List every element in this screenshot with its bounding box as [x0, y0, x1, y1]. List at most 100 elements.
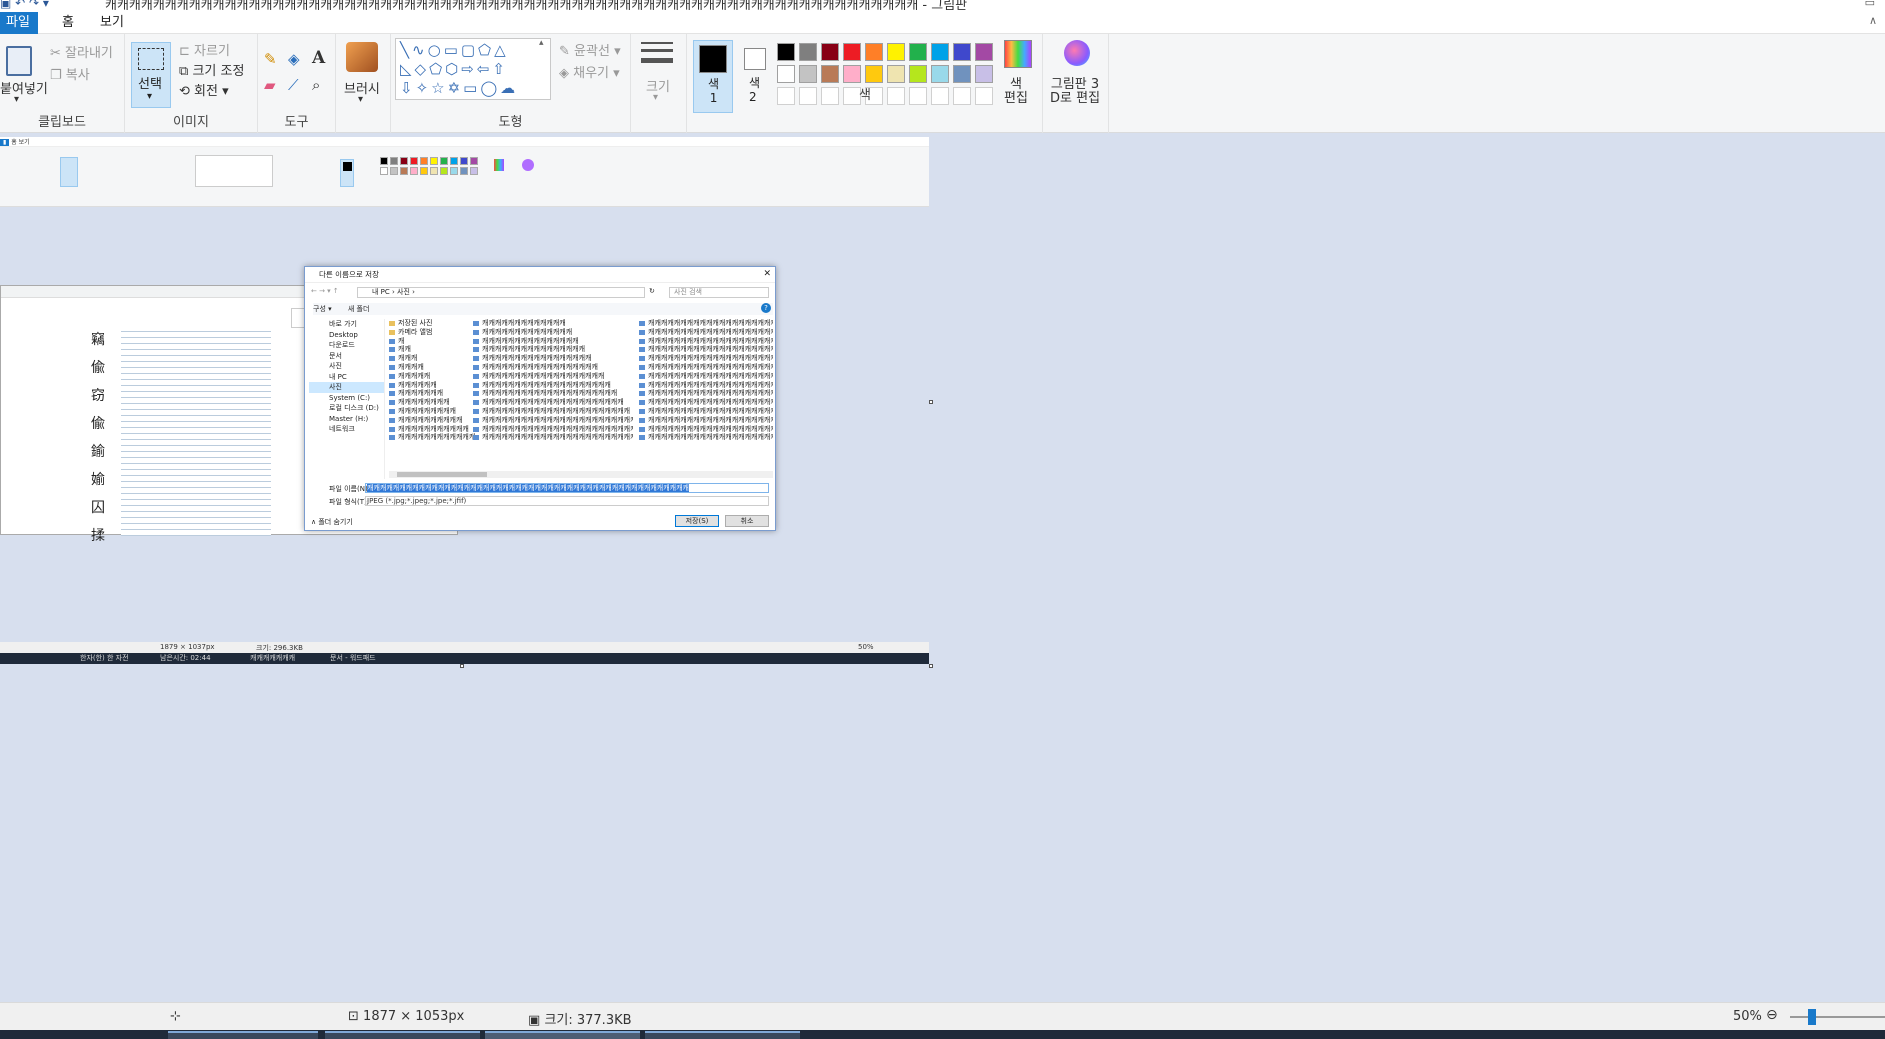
- filename-input[interactable]: 캐캐캐캐캐캐캐캐캐캐캐캐캐캐캐캐캐캐캐캐캐캐캐캐캐캐캐캐캐캐캐캐캐캐캐캐캐캐캐캐…: [365, 483, 769, 493]
- file-item[interactable]: 캐캐캐캐캐캐캐캐캐캐캐캐캐캐캐캐캐캐캐캐캐캐: [639, 407, 773, 416]
- hide-folders-button[interactable]: ∧ 폴더 숨기기: [311, 517, 353, 527]
- file-item[interactable]: 캐캐캐캐캐캐캐캐캐캐캐캐캐캐캐캐캐캐캐캐캐캐: [639, 337, 773, 346]
- file-item[interactable]: 캐캐캐캐캐캐캐캐캐캐캐캐캐캐캐캐캐캐캐캐캐캐: [639, 328, 773, 337]
- ribbon-collapse-icon[interactable]: ∧: [1869, 14, 1877, 27]
- cancel-button[interactable]: 취소: [725, 515, 769, 527]
- organize-button[interactable]: 구성 ▾: [313, 305, 332, 313]
- menu-home[interactable]: 홈: [52, 12, 84, 34]
- nav-item[interactable]: 사진: [309, 382, 384, 393]
- nav-item[interactable]: System (C:): [309, 393, 384, 404]
- nav-arrows-icon[interactable]: ← → ▾ ↑: [311, 287, 339, 295]
- shapes-row-1[interactable]: ╲∿○▭▢⬠△: [400, 41, 509, 59]
- cut-button[interactable]: ✂ 잘라내기: [50, 42, 113, 61]
- color-swatch[interactable]: [777, 43, 795, 61]
- file-item[interactable]: 캐캐캐캐캐캐캐캐캐캐캐캐캐캐캐캐캐캐캐캐캐캐: [639, 363, 773, 372]
- color-swatch[interactable]: [799, 43, 817, 61]
- color-swatch[interactable]: [821, 43, 839, 61]
- nav-item[interactable]: 사진: [309, 361, 384, 372]
- shapes-row-2[interactable]: ◺◇⬠⬡⇨⇦⇧: [400, 60, 508, 78]
- nav-item[interactable]: 내 PC: [309, 372, 384, 383]
- new-folder-button[interactable]: 새 폴더: [348, 305, 370, 313]
- paste-dropdown-icon[interactable]: ▾: [14, 94, 19, 105]
- resize-handle-corner[interactable]: [929, 664, 933, 668]
- file-item[interactable]: 캐캐캐캐캐캐캐캐캐캐캐캐캐캐캐캐캐캐캐캐캐캐캐캐캐: [473, 425, 633, 434]
- file-item[interactable]: 캐캐캐캐캐캐캐캐캐캐캐캐캐캐캐캐: [473, 345, 633, 354]
- zoom-out-icon[interactable]: ⊖: [1766, 1007, 1778, 1023]
- group-brush[interactable]: 브러시 ▾: [336, 34, 391, 133]
- resize-handle-bottom[interactable]: [460, 664, 464, 668]
- filetype-select[interactable]: JPEG (*.jpg;*.jpeg;*.jpe;*.jfif): [365, 496, 769, 506]
- address-bar[interactable]: 내 PC › 사진 ›: [357, 287, 645, 298]
- shapes-gallery[interactable]: ╲∿○▭▢⬠△ ◺◇⬠⬡⇨⇦⇧ ⇩✧☆✡▭◯☁: [395, 38, 551, 100]
- color-swatch[interactable]: [953, 43, 971, 61]
- color-swatch[interactable]: [931, 65, 949, 83]
- file-item[interactable]: 캐캐캐캐캐캐캐캐캐캐캐캐캐캐캐캐캐캐캐캐캐캐: [639, 381, 773, 390]
- close-icon[interactable]: ✕: [763, 269, 771, 279]
- zoom-slider[interactable]: [1790, 1009, 1885, 1025]
- paste-button[interactable]: 붙여넣기: [0, 78, 48, 97]
- fill-bucket-icon[interactable]: ◈: [288, 50, 300, 68]
- file-item[interactable]: 캐캐캐캐캐캐캐캐캐캐캐캐캐캐캐캐캐캐캐: [473, 372, 633, 381]
- magnifier-icon[interactable]: ⌕: [312, 76, 320, 94]
- file-item[interactable]: 캐캐캐캐캐캐캐캐캐캐캐캐캐캐캐캐캐캐캐캐캐캐: [639, 345, 773, 354]
- taskbar-item-4[interactable]: [645, 1031, 800, 1039]
- color-swatch[interactable]: [843, 65, 861, 83]
- file-item[interactable]: 캐캐캐캐캐캐캐캐캐캐캐캐캐캐캐캐캐캐캐캐캐캐: [639, 319, 773, 328]
- taskbar-item-2[interactable]: [325, 1031, 480, 1039]
- nav-item[interactable]: 바로 가기: [309, 319, 384, 330]
- text-tool-icon[interactable]: A: [312, 48, 325, 68]
- color-swatch[interactable]: [865, 43, 883, 61]
- shapes-row-3[interactable]: ⇩✧☆✡▭◯☁: [400, 79, 518, 97]
- file-item[interactable]: 캐캐캐캐캐캐캐캐캐캐캐캐캐캐캐캐캐캐캐캐캐캐: [639, 372, 773, 381]
- help-icon[interactable]: ?: [761, 303, 771, 313]
- nav-item[interactable]: Master (H:): [309, 414, 384, 425]
- file-item[interactable]: 캐캐캐캐캐캐캐캐캐캐캐캐캐캐캐캐캐캐캐캐캐캐캐캐캐캐: [473, 433, 633, 442]
- nav-item[interactable]: 네트워크: [309, 424, 384, 435]
- nav-item[interactable]: 로컬 디스크 (D:): [309, 403, 384, 414]
- color-swatch[interactable]: [909, 65, 927, 83]
- resize-button[interactable]: ⧉ 크기 조정: [179, 60, 244, 79]
- file-item[interactable]: 캐캐캐캐캐캐캐캐캐캐캐캐캐: [473, 319, 633, 328]
- menu-view[interactable]: 보기: [90, 12, 134, 34]
- file-item[interactable]: 캐캐캐캐캐캐캐캐캐캐캐캐캐캐캐: [473, 337, 633, 346]
- color-swatch[interactable]: [887, 43, 905, 61]
- file-item[interactable]: 캐캐캐캐캐캐캐캐캐캐캐캐캐캐캐캐캐: [473, 354, 633, 363]
- window-controls[interactable]: ▭: [1865, 0, 1875, 9]
- copy-button[interactable]: ❐ 복사: [50, 64, 90, 83]
- file-item[interactable]: 캐캐캐캐캐캐캐캐캐캐캐캐캐캐캐캐캐캐캐캐캐캐: [639, 354, 773, 363]
- file-item[interactable]: 캐캐캐캐캐캐캐캐캐캐캐캐캐캐캐캐캐캐: [473, 363, 633, 372]
- color-swatch[interactable]: [843, 43, 861, 61]
- color-picker-icon[interactable]: ⟋: [288, 76, 299, 94]
- file-item[interactable]: 캐캐캐캐캐캐캐캐캐캐캐캐캐캐: [473, 328, 633, 337]
- horizontal-scrollbar[interactable]: [389, 471, 773, 478]
- color-swatch[interactable]: [909, 43, 927, 61]
- file-item[interactable]: 캐캐캐캐캐캐캐캐캐캐캐캐캐캐캐캐캐캐캐캐캐캐: [639, 433, 773, 442]
- color-swatch[interactable]: [953, 65, 971, 83]
- nav-item[interactable]: 문서: [309, 351, 384, 362]
- file-item[interactable]: 캐캐캐캐캐캐캐캐캐캐캐캐캐캐캐캐캐캐캐캐캐캐: [473, 398, 633, 407]
- color-swatch[interactable]: [777, 65, 795, 83]
- nav-item[interactable]: Desktop: [309, 330, 384, 341]
- nav-item[interactable]: 다운로드: [309, 340, 384, 351]
- taskbar-item-3[interactable]: [485, 1031, 640, 1039]
- save-button[interactable]: 저장(S): [675, 515, 719, 527]
- file-item[interactable]: 캐캐캐캐캐캐캐캐캐캐캐캐캐캐캐캐캐캐캐캐캐캐: [639, 389, 773, 398]
- color-swatch[interactable]: [931, 43, 949, 61]
- color-swatch[interactable]: [865, 65, 883, 83]
- outline-button[interactable]: ✎ 윤곽선 ▾: [559, 40, 621, 59]
- eraser-icon[interactable]: ▰: [264, 76, 276, 94]
- paint3d-button[interactable]: 그림판 3 D로 편집: [1050, 78, 1100, 106]
- resize-handle-right[interactable]: [929, 400, 933, 404]
- select-button[interactable]: 선택 ▾: [131, 42, 171, 108]
- color-swatch[interactable]: [975, 43, 993, 61]
- file-item[interactable]: 캐캐캐캐캐캐캐캐캐캐캐캐캐캐캐캐캐캐캐캐캐캐캐캐: [473, 416, 633, 425]
- pencil-icon[interactable]: ✎: [264, 50, 277, 68]
- file-item[interactable]: 캐캐캐캐캐캐캐캐캐캐캐캐캐캐캐캐캐캐캐캐캐캐: [639, 425, 773, 434]
- search-input[interactable]: 사진 검색: [669, 287, 769, 298]
- file-item[interactable]: 캐캐캐캐캐캐캐캐캐캐캐캐캐캐캐캐캐캐캐캐캐캐: [639, 398, 773, 407]
- canvas-image[interactable]: ▮ 홈 보기 竊偸窃偸鍮媮囚揉 1879 × 1037px 크기: 296.3K…: [0, 137, 929, 664]
- file-item[interactable]: 캐캐캐캐캐캐캐캐캐캐캐캐캐캐캐캐캐캐캐캐캐캐: [639, 416, 773, 425]
- file-item[interactable]: 캐캐캐캐캐캐캐캐캐캐캐캐캐캐캐캐캐캐캐캐캐캐캐: [473, 407, 633, 416]
- fill-button[interactable]: ◈ 채우기 ▾: [559, 62, 620, 81]
- refresh-icon[interactable]: ↻: [649, 287, 655, 295]
